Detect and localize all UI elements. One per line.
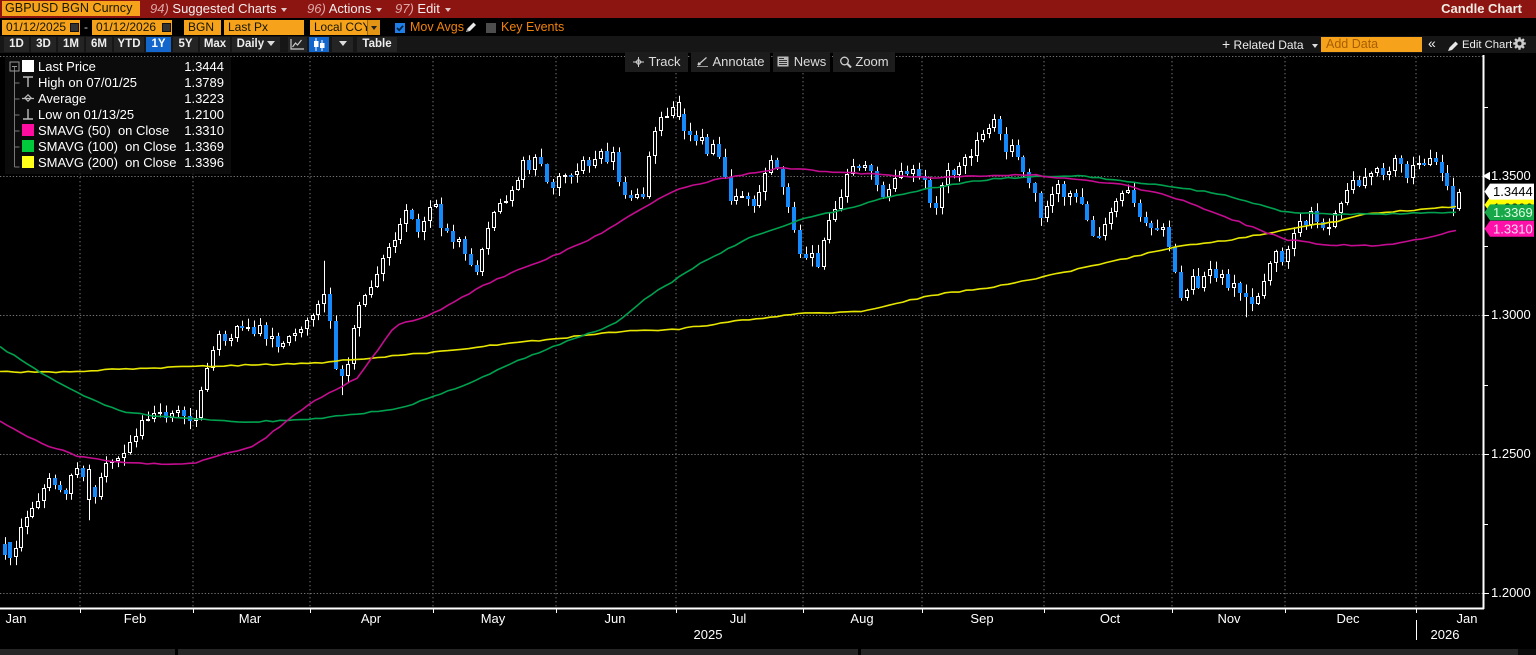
svg-text:Feb: Feb	[124, 611, 146, 626]
svg-text:Low on 01/13/25: Low on 01/13/25	[38, 107, 134, 122]
svg-text:2026: 2026	[1431, 627, 1460, 642]
svg-text:Dec: Dec	[1336, 611, 1360, 626]
svg-text:1.3310: 1.3310	[184, 123, 224, 138]
svg-text:Mar: Mar	[239, 611, 262, 626]
svg-text:1.3789: 1.3789	[184, 75, 224, 90]
svg-text:SMAVG (200) on Close: SMAVG (200) on Close	[38, 155, 176, 170]
svg-text:1.2100: 1.2100	[184, 107, 224, 122]
svg-text:Oct: Oct	[1100, 611, 1121, 626]
svg-text:SMAVG (100) on Close: SMAVG (100) on Close	[38, 139, 176, 154]
svg-text:1.2500: 1.2500	[1491, 446, 1531, 461]
svg-text:Jul: Jul	[730, 611, 747, 626]
svg-text:High on 07/01/25: High on 07/01/25	[38, 75, 137, 90]
svg-text:1.3000: 1.3000	[1491, 307, 1531, 322]
svg-text:1.3396: 1.3396	[184, 155, 224, 170]
svg-text:1.3444: 1.3444	[1493, 184, 1533, 199]
svg-text:2025: 2025	[694, 627, 723, 642]
svg-text:Jan: Jan	[6, 611, 27, 626]
svg-text:1.3310: 1.3310	[1493, 221, 1533, 236]
svg-text:Last Price: Last Price	[38, 59, 96, 74]
svg-text:1.2000: 1.2000	[1491, 585, 1531, 600]
svg-text:1.3444: 1.3444	[184, 59, 224, 74]
svg-text:Aug: Aug	[850, 611, 873, 626]
svg-text:Jun: Jun	[605, 611, 626, 626]
svg-text:1.3223: 1.3223	[184, 91, 224, 106]
svg-text:May: May	[481, 611, 506, 626]
svg-text:Jan: Jan	[1457, 611, 1478, 626]
svg-text:1.3500: 1.3500	[1491, 168, 1531, 183]
svg-text:SMAVG (50) on Close: SMAVG (50) on Close	[38, 123, 169, 138]
svg-text:Sep: Sep	[970, 611, 993, 626]
svg-text:1.3369: 1.3369	[1493, 205, 1533, 220]
svg-text:1.3369: 1.3369	[184, 139, 224, 154]
svg-text:Apr: Apr	[361, 611, 382, 626]
svg-text:Average: Average	[38, 91, 86, 106]
svg-text:Nov: Nov	[1217, 611, 1241, 626]
